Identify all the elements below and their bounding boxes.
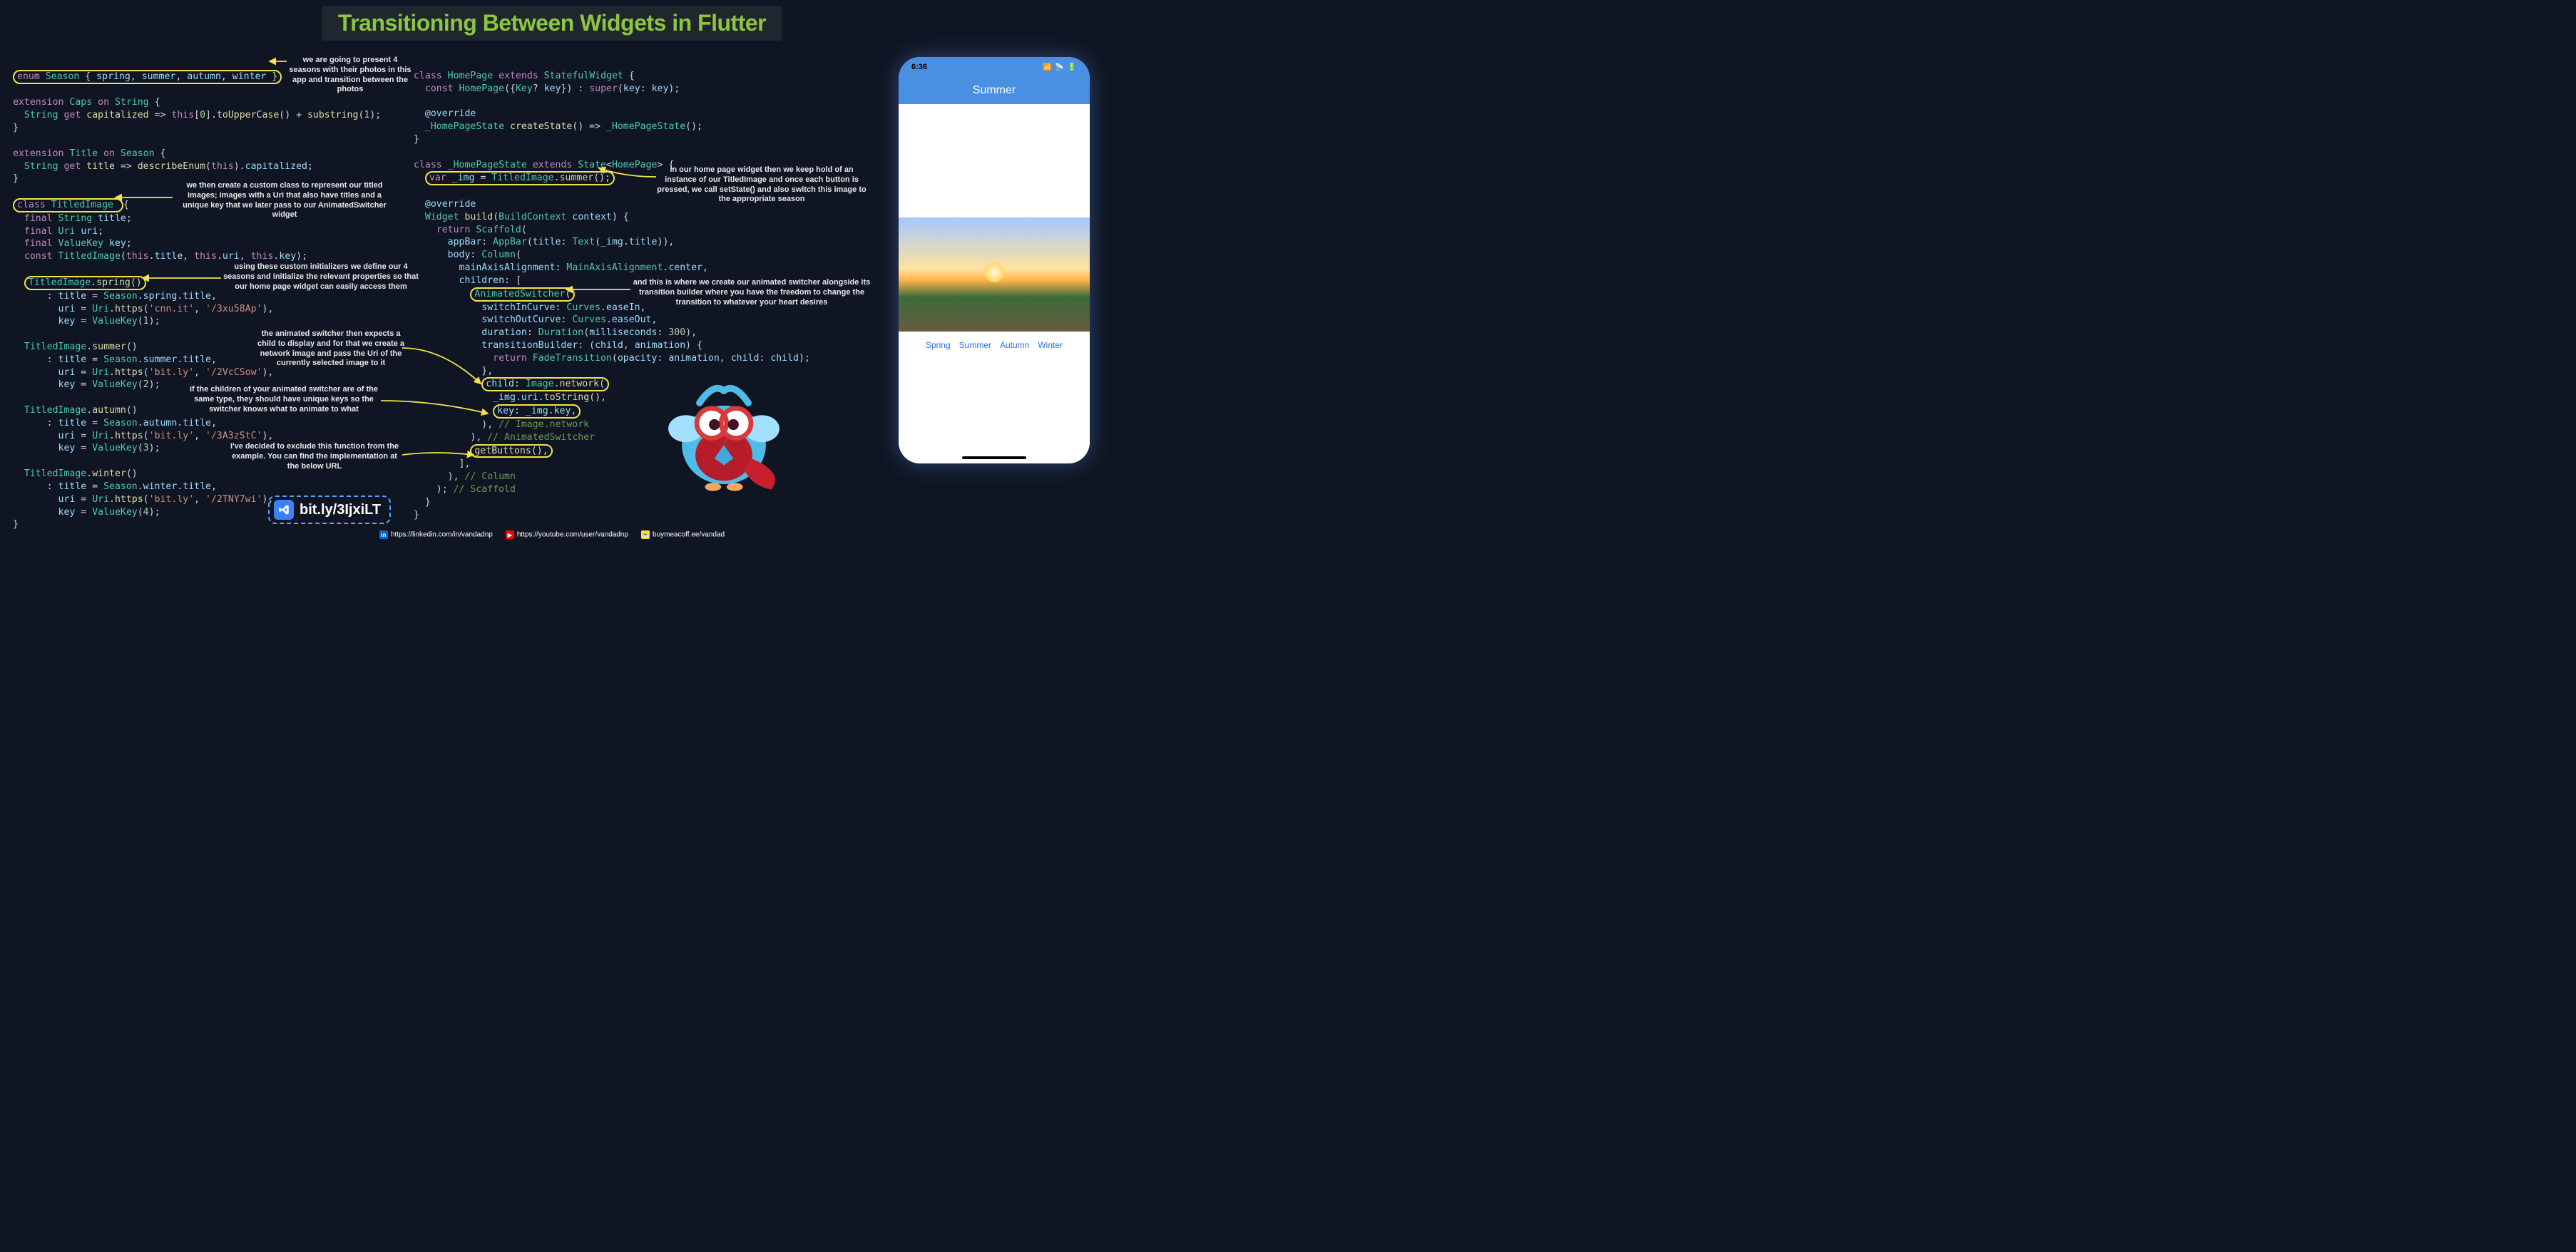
highlight-key: key: _img.key, <box>493 404 581 419</box>
highlight-img-var: var _img = TitledImage.summer(); <box>425 171 615 185</box>
phone-season-buttons: Spring Summer Autumn Winter <box>926 340 1063 350</box>
phone-body: Spring Summer Autumn Winter <box>899 104 1090 463</box>
dash-mascot <box>656 364 792 499</box>
page-title: Transitioning Between Widgets in Flutter <box>338 10 766 36</box>
phone-home-indicator <box>962 456 1026 459</box>
wifi-icon: 📡 <box>1055 63 1064 71</box>
highlight-image-network: child: Image.network( <box>481 377 609 391</box>
highlight-class: class TitledImage <box>13 198 123 212</box>
vscode-link-pill[interactable]: bit.ly/3IjxiLT <box>268 496 391 524</box>
highlight-getbuttons: getButtons(), <box>470 444 552 458</box>
season-button-spring[interactable]: Spring <box>926 340 951 350</box>
highlight-enum: enum Season { spring, summer, autumn, wi… <box>13 70 282 84</box>
phone-statusbar: 6:36 📶 📡 🔋 <box>899 57 1090 77</box>
annotation-seasons: we are going to present 4 seasons with t… <box>288 56 412 95</box>
vscode-link-text: bit.ly/3IjxiLT <box>300 502 381 518</box>
annotation-homepagestate: in our home page widget then we keep hol… <box>655 165 869 205</box>
coffee-icon: ☕ <box>641 530 650 539</box>
phone-appbar-title: Summer <box>973 84 1016 97</box>
annotation-titledimage-class: we then create a custom class to represe… <box>174 181 395 220</box>
annotation-child-image: the animated switcher then expects a chi… <box>255 329 407 369</box>
youtube-link[interactable]: ▶https://youtube.com/user/vandadnp <box>506 530 628 539</box>
annotation-animated-switcher: and this is where we create our animated… <box>632 278 872 307</box>
linkedin-link[interactable]: inhttps://linkedin.com/in/vandadnp <box>379 530 493 539</box>
season-button-winter[interactable]: Winter <box>1038 340 1063 350</box>
phone-time: 6:36 <box>911 63 927 71</box>
battery-icon: 🔋 <box>1068 63 1077 71</box>
phone-appbar: Summer <box>899 77 1090 104</box>
phone-mockup: 6:36 📶 📡 🔋 Summer Spring Summer Autumn W… <box>899 57 1090 463</box>
annotation-initializers: using these custom initializers we defin… <box>221 262 421 292</box>
phone-hero-image <box>899 217 1090 332</box>
vscode-icon <box>274 500 294 520</box>
page-title-bar: Transitioning Between Widgets in Flutter <box>322 6 782 41</box>
season-button-autumn[interactable]: Autumn <box>1000 340 1029 350</box>
footer-links: inhttps://linkedin.com/in/vandadnp ▶http… <box>379 530 725 539</box>
phone-status-icons: 📶 📡 🔋 <box>1043 63 1077 71</box>
annotation-unique-keys: if the children of your animated switche… <box>187 385 381 414</box>
signal-icon: 📶 <box>1043 63 1052 71</box>
highlight-spring: TitledImage.spring() <box>24 276 146 290</box>
season-button-summer[interactable]: Summer <box>959 340 991 350</box>
bmc-link[interactable]: ☕buymeacoff.ee/vandad <box>641 530 725 539</box>
linkedin-icon: in <box>379 530 388 539</box>
highlight-animated-switcher: AnimatedSwitcher( <box>470 287 575 302</box>
youtube-icon: ▶ <box>506 530 514 539</box>
annotation-excluded-fn: I've decided to exclude this function fr… <box>225 442 404 471</box>
